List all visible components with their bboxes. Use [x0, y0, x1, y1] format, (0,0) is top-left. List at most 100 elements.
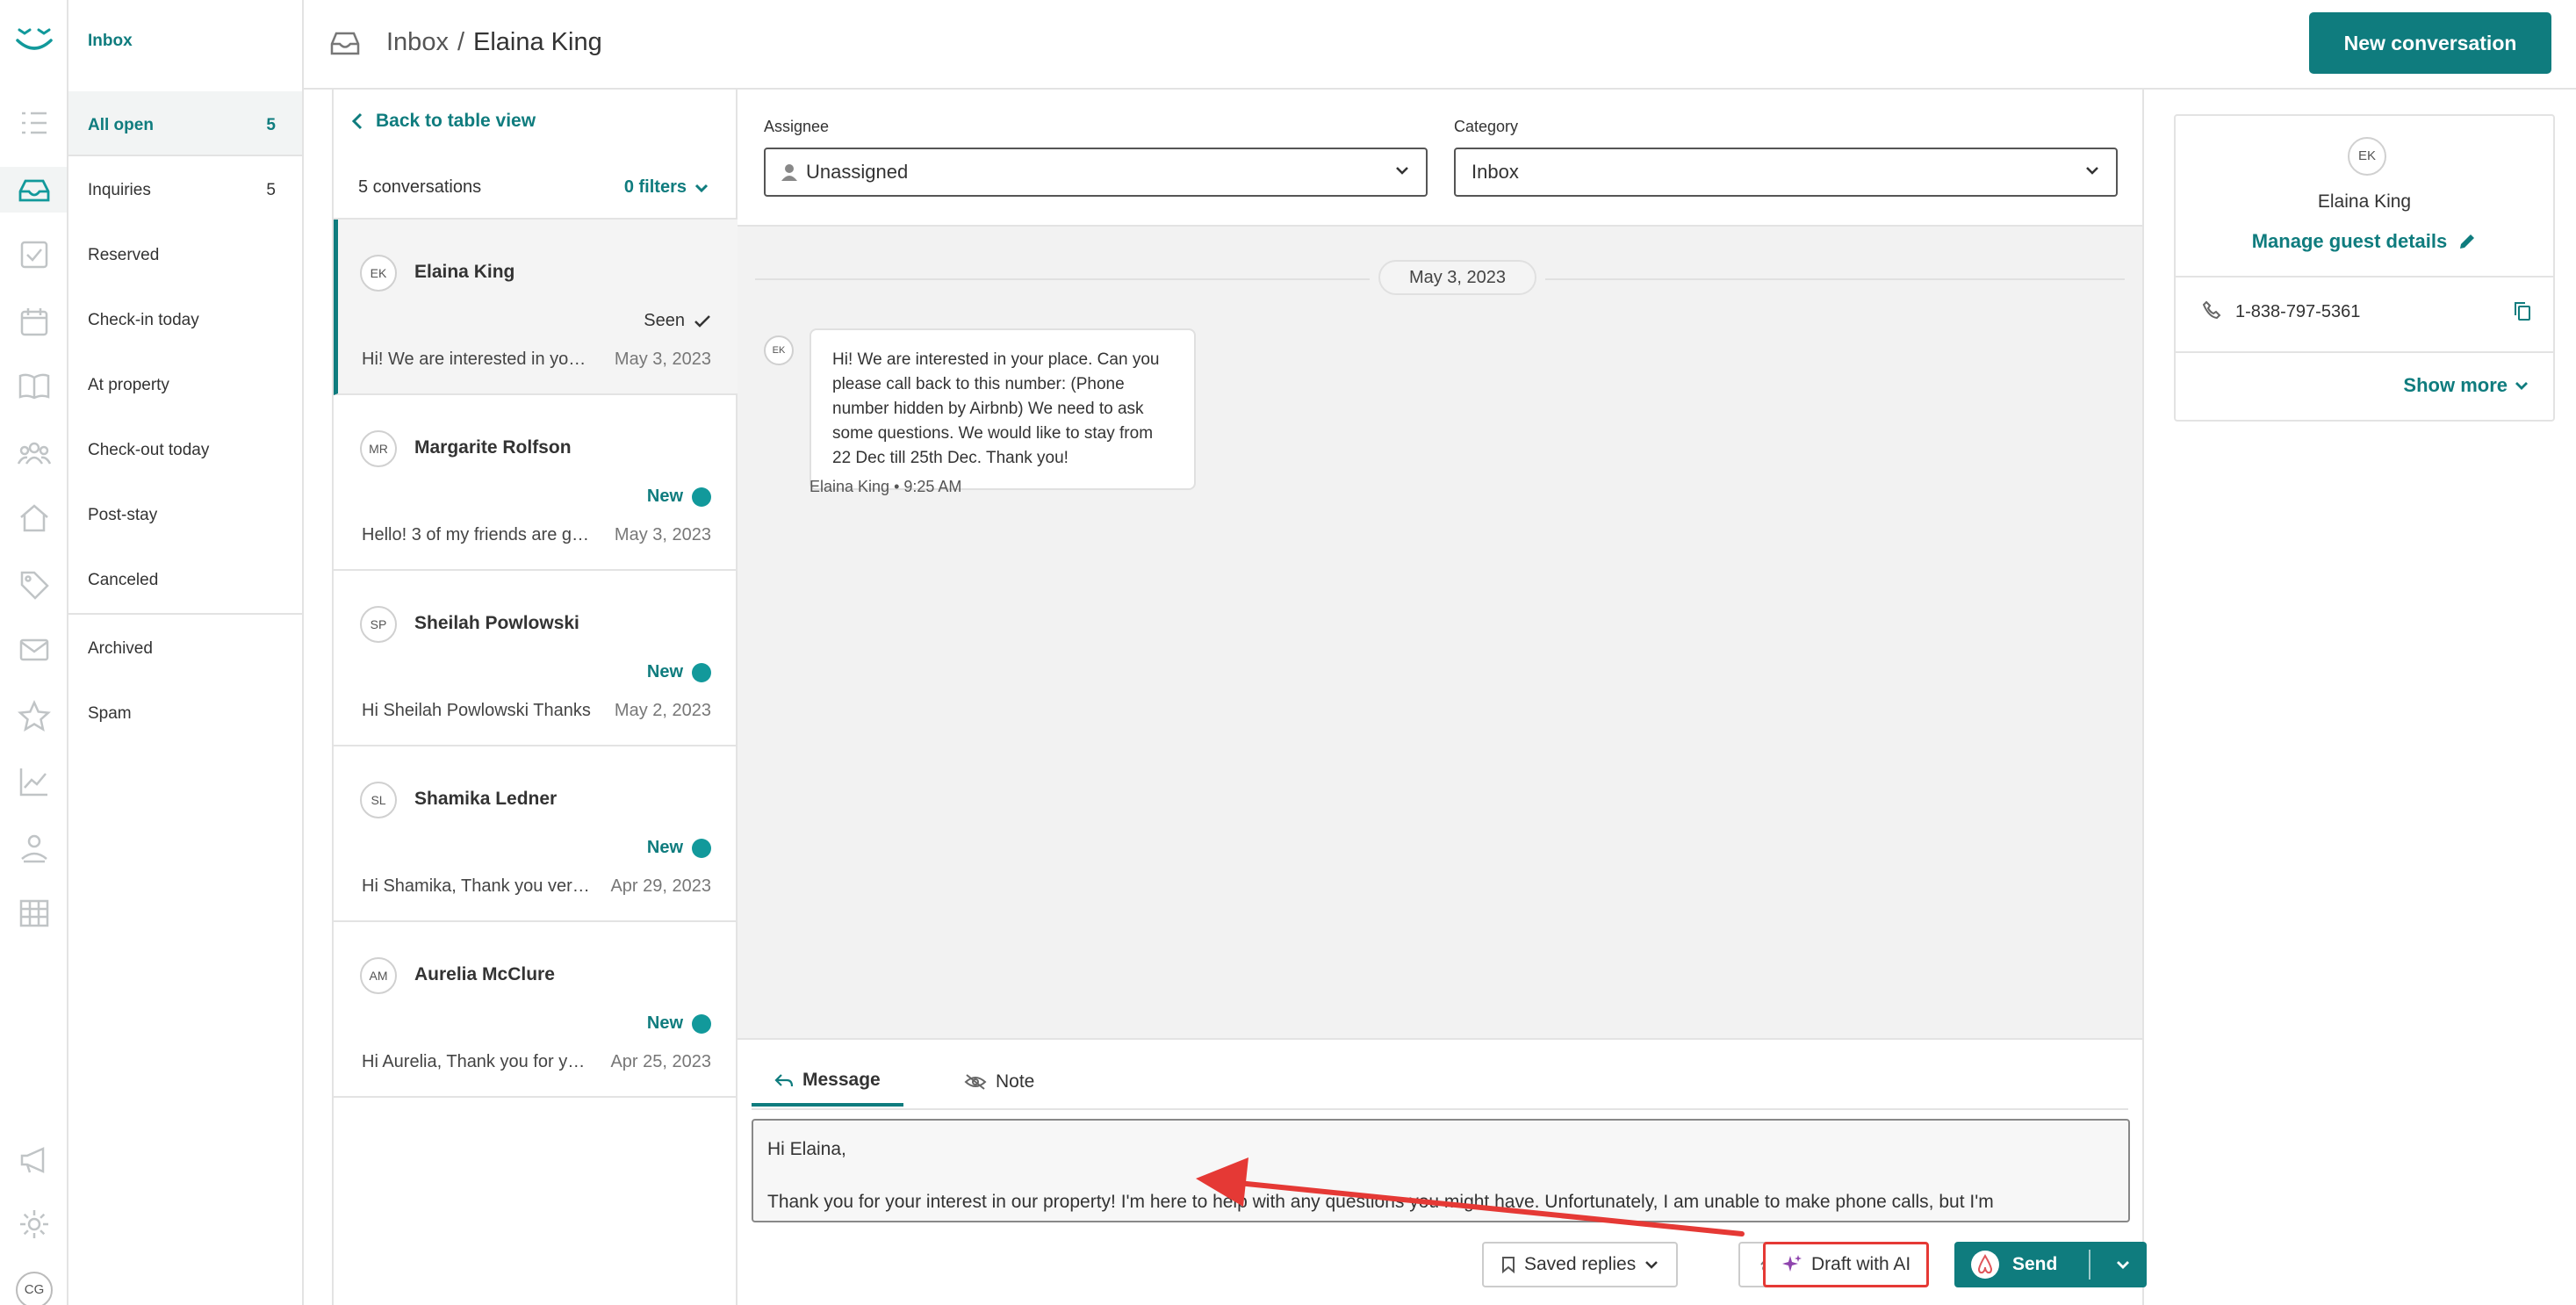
- conversation-name: Elaina King: [414, 262, 515, 282]
- analytics-icon[interactable]: [17, 764, 52, 799]
- book-icon[interactable]: [17, 369, 52, 404]
- send-main[interactable]: Send: [1954, 1242, 2080, 1287]
- check-icon: [694, 314, 710, 328]
- conversation-name: Margarite Rolfson: [414, 437, 572, 458]
- unread-dot-icon: [692, 1013, 711, 1034]
- saved-replies-label: Saved replies: [1524, 1254, 1637, 1274]
- conversation-name: Shamika Ledner: [414, 789, 558, 809]
- tab-note-label: Note: [996, 1071, 1035, 1092]
- divider: [2176, 351, 2553, 353]
- conversation-preview: Hi Aurelia, Thank you for your: [362, 1052, 592, 1071]
- breadcrumb: Inbox / Elaina King: [386, 28, 602, 57]
- sparkle-icon: [1782, 1255, 1802, 1272]
- tasks-icon[interactable]: [17, 105, 52, 141]
- folder-check-out-today[interactable]: Check-out today: [68, 416, 302, 481]
- logo-icon[interactable]: [12, 23, 56, 54]
- new-conversation-button[interactable]: New conversation: [2309, 12, 2551, 74]
- guest-panel: EK Elaina King Manage guest details 1-83…: [2174, 114, 2555, 422]
- assignee-select[interactable]: Unassigned: [764, 148, 1428, 197]
- folder-reserved[interactable]: Reserved: [68, 221, 302, 286]
- folder-spam[interactable]: Spam: [68, 680, 302, 745]
- conversation-item[interactable]: EK Elaina King Seen Hi! We are intereste…: [334, 220, 738, 395]
- assignee-label: Assignee: [764, 118, 830, 135]
- draft-with-ai-button[interactable]: Draft with AI: [1763, 1242, 1930, 1287]
- copy-icon[interactable]: [2513, 300, 2532, 321]
- conversation-item[interactable]: AM Aurelia McClure New Hi Aurelia, Thank…: [334, 922, 738, 1098]
- folder-all-open[interactable]: All open 5: [68, 91, 302, 156]
- conversation-preview: Hi! We are interested in your place. Can…: [362, 350, 592, 369]
- tab-note[interactable]: Note: [941, 1057, 1057, 1107]
- inbox-icon[interactable]: [17, 172, 52, 207]
- status-label: New: [646, 838, 683, 857]
- phone-icon: [2202, 300, 2221, 320]
- conversation-item[interactable]: SP Sheilah Powlowski New Hi Sheilah Powl…: [334, 571, 738, 746]
- saved-replies-button[interactable]: Saved replies: [1482, 1242, 1679, 1287]
- conversation-preview: Hi Shamika, Thank you very much: [362, 876, 592, 896]
- folder-archived[interactable]: Archived: [68, 615, 302, 680]
- manage-guest-details-link[interactable]: Manage guest details: [2176, 230, 2553, 253]
- folder-label: Check-in today: [88, 311, 199, 329]
- folder-label: Canceled: [88, 571, 159, 589]
- mail-icon[interactable]: [17, 632, 52, 667]
- status-badge: New: [647, 662, 711, 682]
- folder-count: 5: [266, 181, 276, 199]
- back-to-table-link[interactable]: Back to table view: [351, 111, 536, 132]
- chevron-down-icon: [2117, 1261, 2130, 1269]
- user-avatar[interactable]: CG: [16, 1272, 53, 1305]
- folder-post-stay[interactable]: Post-stay: [68, 481, 302, 546]
- breadcrumb-separator: /: [457, 28, 465, 56]
- folder-inquiries[interactable]: Inquiries 5: [68, 156, 302, 221]
- megaphone-icon[interactable]: [17, 1142, 52, 1177]
- pencil-icon: [2460, 234, 2475, 249]
- folder-label: Post-stay: [88, 506, 158, 524]
- inbox-icon: [330, 30, 360, 56]
- unread-dot-icon: [692, 662, 711, 682]
- table-icon[interactable]: [17, 896, 52, 931]
- settings-icon[interactable]: [17, 1207, 52, 1242]
- conversation-count: 5 conversations: [358, 177, 482, 197]
- guest-experience-icon[interactable]: [17, 831, 52, 866]
- guests-icon[interactable]: [17, 436, 52, 471]
- conversation-item[interactable]: SL Shamika Ledner New Hi Shamika, Thank …: [334, 746, 738, 922]
- conversation-item[interactable]: MR Margarite Rolfson New Hello! 3 of my …: [334, 395, 738, 571]
- breadcrumb-root[interactable]: Inbox: [386, 28, 449, 56]
- status-label: New: [646, 487, 683, 506]
- folder-at-property[interactable]: At property: [68, 351, 302, 416]
- conversation-name: Aurelia McClure: [414, 964, 555, 984]
- home-icon[interactable]: [17, 501, 52, 536]
- calendar-icon[interactable]: [17, 304, 52, 339]
- category-value: Inbox: [1471, 161, 1519, 183]
- send-button[interactable]: Send: [1954, 1242, 2148, 1287]
- user-icon: [781, 164, 797, 181]
- checklist-icon[interactable]: [17, 237, 52, 272]
- reply-icon: [774, 1074, 794, 1087]
- tab-message[interactable]: Message: [752, 1057, 903, 1107]
- star-icon[interactable]: [17, 699, 52, 734]
- conversation-preview: Hello! 3 of my friends are going to: [362, 525, 592, 544]
- chevron-down-icon: [2086, 167, 2098, 175]
- manage-label: Manage guest details: [2251, 230, 2448, 252]
- thread-fields: Assignee Unassigned Category Inbox: [738, 90, 2142, 227]
- status-badge: New: [647, 1013, 711, 1034]
- status-label: Seen: [644, 311, 685, 330]
- status-label: New: [646, 1013, 683, 1033]
- category-select[interactable]: Inbox: [1454, 148, 2118, 197]
- send-label: Send: [2012, 1254, 2058, 1274]
- airbnb-icon: [1971, 1251, 1999, 1279]
- folder-check-in-today[interactable]: Check-in today: [68, 286, 302, 351]
- category-label: Category: [1454, 118, 1519, 135]
- send-options-button[interactable]: [2099, 1242, 2147, 1287]
- composer: Message Note Hi Elaina, Thank you for yo…: [738, 1038, 2148, 1305]
- chevron-down-icon: [2515, 382, 2528, 390]
- show-more-button[interactable]: Show more: [2403, 374, 2529, 397]
- conversation-thread: Assignee Unassigned Category Inbox May 3…: [738, 90, 2148, 1305]
- divider: [1545, 278, 2125, 280]
- bookmark-icon: [1502, 1257, 1515, 1273]
- conversation-date: Apr 25, 2023: [610, 1052, 711, 1071]
- folder-canceled[interactable]: Canceled: [68, 546, 302, 611]
- filters-button[interactable]: 0 filters: [624, 177, 709, 198]
- message-textarea[interactable]: Hi Elaina, Thank you for your interest i…: [752, 1119, 2130, 1222]
- conversation-list: Back to table view 5 conversations 0 fil…: [332, 90, 738, 1305]
- page-header: Inbox / Elaina King New conversation: [304, 0, 2576, 90]
- tag-icon[interactable]: [17, 567, 52, 602]
